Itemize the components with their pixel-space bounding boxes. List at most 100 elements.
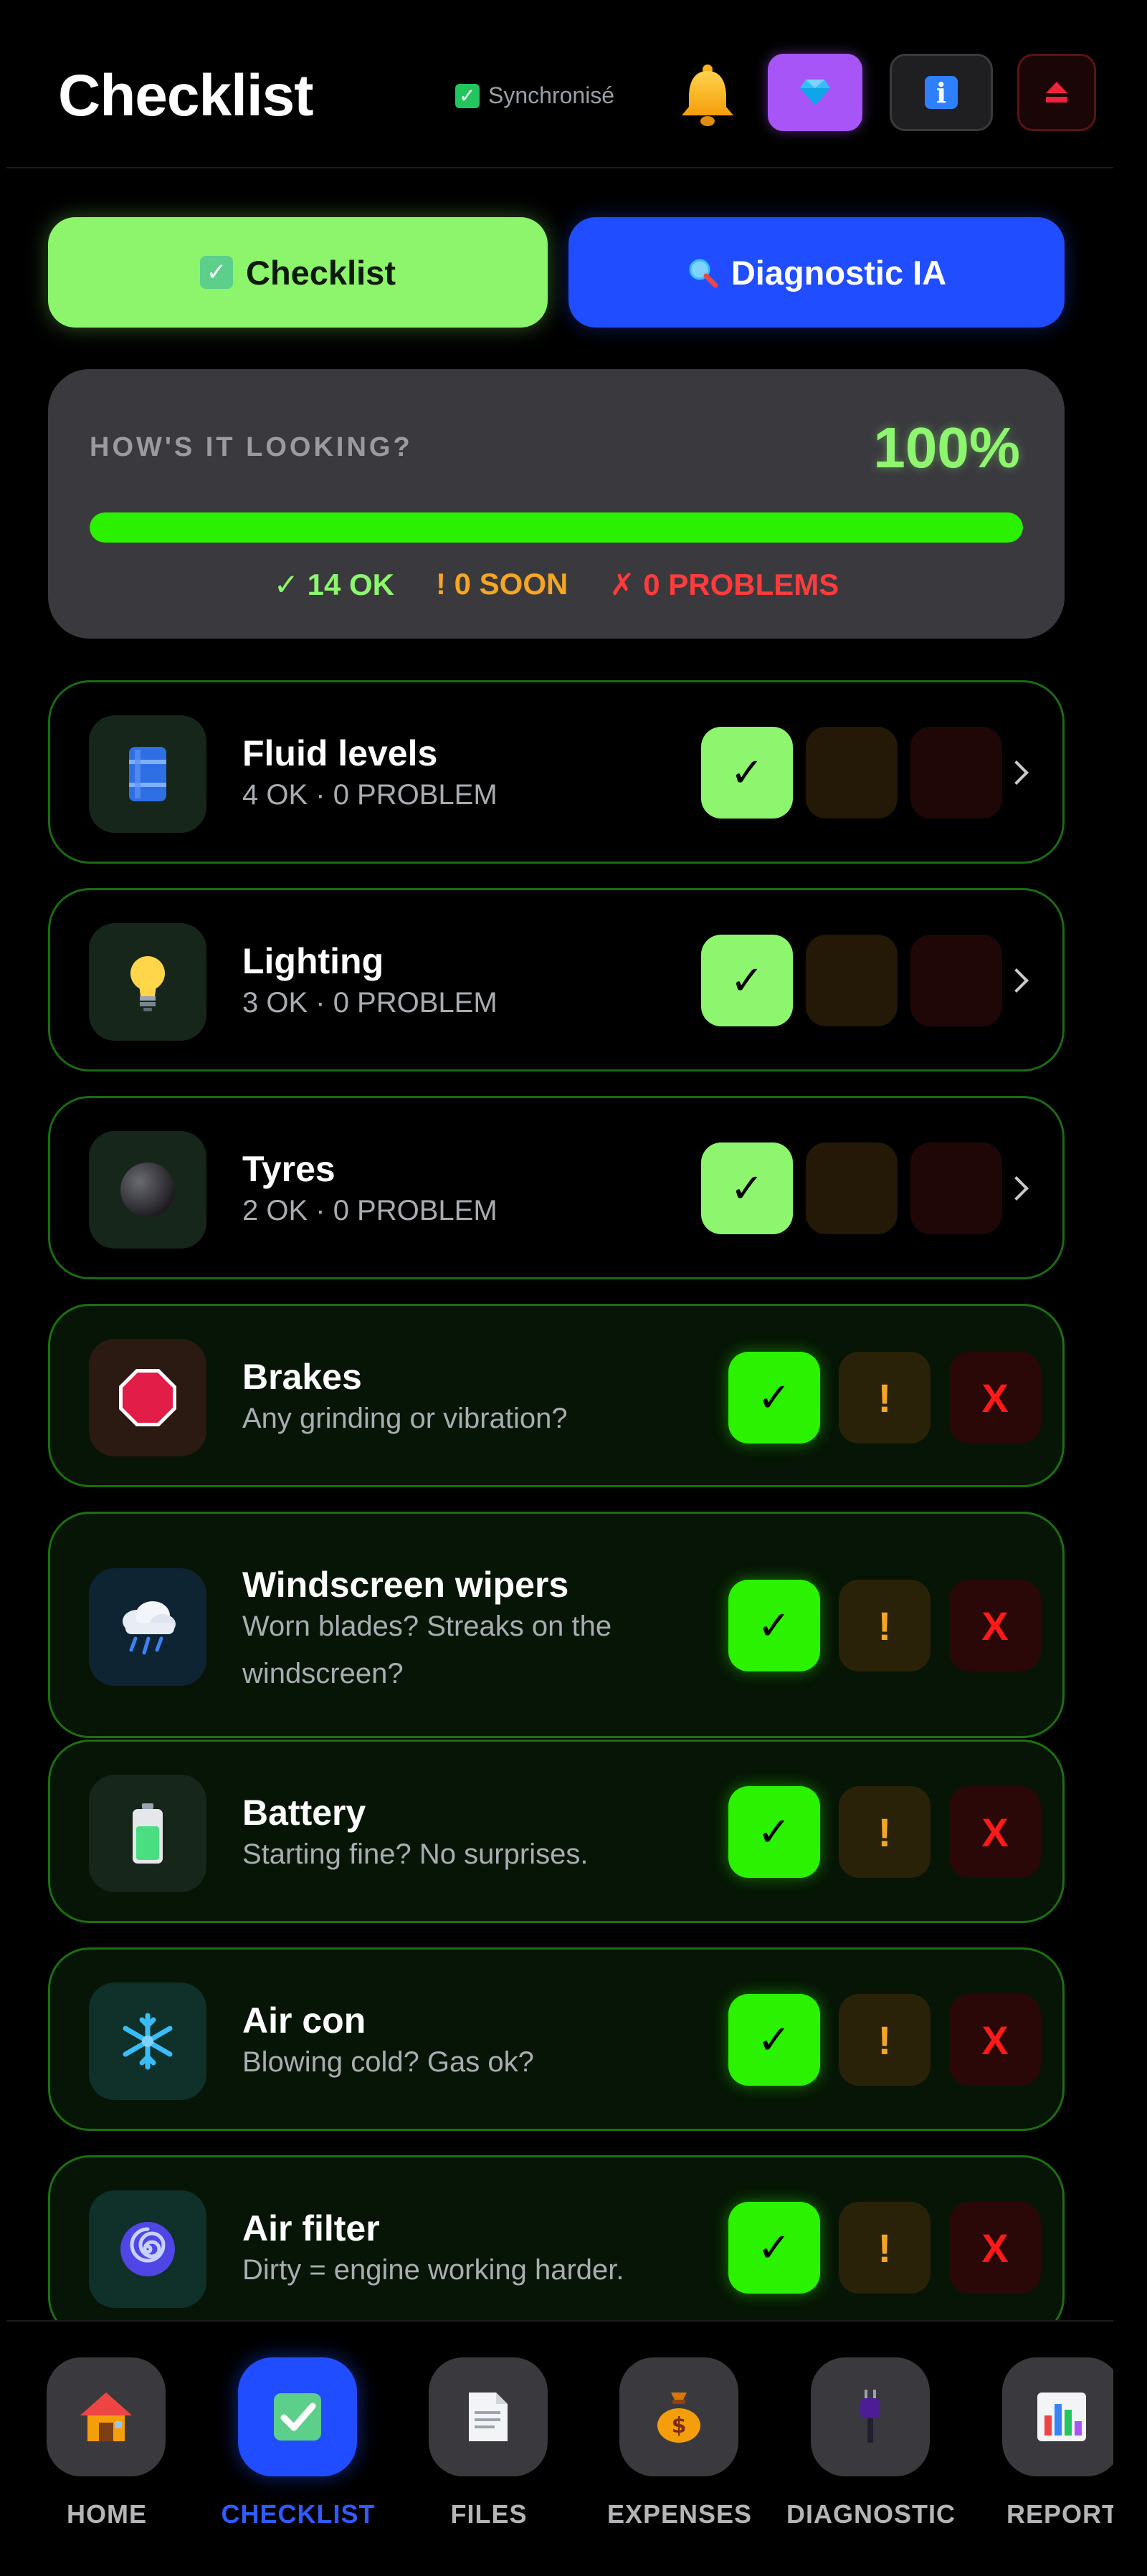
nav-label: DIAGNOSTIC xyxy=(786,2499,956,2529)
battery-icon xyxy=(89,1775,206,1892)
logout-button[interactable] xyxy=(1017,54,1096,131)
nav-diagnostic[interactable]: DIAGNOSTIC xyxy=(785,2357,955,2558)
item-subtitle: 3 OK · 0 PROBLEM xyxy=(242,987,498,1019)
document-icon xyxy=(429,2357,548,2476)
stop-sign-icon xyxy=(89,1339,206,1456)
ok-button[interactable]: ✓ xyxy=(728,1786,820,1878)
item-subtitle: Starting fine? No surprises. xyxy=(242,1838,589,1870)
ok-button[interactable]: ✓ xyxy=(728,1580,820,1671)
checklist-item-windscreen-wipers[interactable]: Windscreen wipers Worn blades? Streaks o… xyxy=(48,1512,1065,1738)
check-box-icon: ✓ xyxy=(455,83,480,108)
snowflake-icon xyxy=(89,1983,206,2100)
nav-expenses[interactable]: $ EXPENSES xyxy=(594,2357,758,2558)
nav-home[interactable]: HOME xyxy=(21,2357,186,2558)
magnifier-icon xyxy=(689,259,718,288)
tyre-icon xyxy=(89,1131,206,1249)
item-title: Air con xyxy=(242,2000,366,2041)
problem-button[interactable]: X xyxy=(949,1352,1041,1444)
progress-fill xyxy=(90,512,1023,543)
info-icon: i xyxy=(925,76,958,109)
page-title: Checklist xyxy=(58,63,314,128)
fluid-barrel-icon xyxy=(89,715,206,833)
item-subtitle: Blowing cold? Gas ok? xyxy=(242,2046,534,2078)
problem-button[interactable]: X xyxy=(949,1786,1041,1878)
problem-button[interactable] xyxy=(910,935,1002,1026)
check-box-icon xyxy=(238,2357,357,2476)
soon-count: ! 0 SOON xyxy=(435,567,568,601)
ok-count: ✓ 14 OK xyxy=(273,568,394,601)
check-box-icon: ✓ xyxy=(200,256,233,289)
chevron-right-icon[interactable] xyxy=(1004,1176,1029,1201)
gem-icon xyxy=(800,80,830,105)
soon-button[interactable]: ! xyxy=(839,2202,931,2294)
ok-button[interactable]: ✓ xyxy=(728,2202,820,2294)
ok-button[interactable]: ✓ xyxy=(701,1142,793,1234)
nav-checklist[interactable]: CHECKLIST xyxy=(212,2357,377,2558)
item-title: Fluid levels xyxy=(242,733,438,773)
soon-button[interactable] xyxy=(806,1142,898,1234)
tab-diagnostic-ia[interactable]: Diagnostic IA xyxy=(568,217,1065,328)
main-content[interactable]: ✓ Checklist Diagnostic IA HOW'S IT LOOKI… xyxy=(6,170,1113,2320)
svg-text:$: $ xyxy=(672,2413,687,2438)
problem-button[interactable]: X xyxy=(949,1994,1041,2086)
bar-chart-icon xyxy=(1002,2357,1113,2476)
checklist-item-fluid-levels[interactable]: Fluid levels 4 OK · 0 PROBLEM ✓ xyxy=(48,680,1065,864)
item-subtitle: 4 OK · 0 PROBLEM xyxy=(242,779,498,811)
item-subtitle: Any grinding or vibration? xyxy=(242,1403,568,1434)
soon-button[interactable]: ! xyxy=(839,1786,931,1878)
completion-percent: 100% xyxy=(873,416,1020,480)
item-title: Battery xyxy=(242,1793,366,1833)
soon-button[interactable]: ! xyxy=(839,1994,931,2086)
ok-button[interactable]: ✓ xyxy=(728,1994,820,2086)
ok-button[interactable]: ✓ xyxy=(701,935,793,1026)
item-title: Tyres xyxy=(242,1149,335,1189)
tab-label: Diagnostic IA xyxy=(730,253,947,292)
soon-button[interactable]: ! xyxy=(839,1352,931,1444)
nav-files[interactable]: FILES xyxy=(403,2357,568,2558)
tab-checklist[interactable]: ✓ Checklist xyxy=(48,217,548,328)
header: Checklist ✓ Synchronisé i xyxy=(6,6,1113,168)
checklist-item-lighting[interactable]: Lighting 3 OK · 0 PROBLEM ✓ xyxy=(48,888,1065,1072)
problem-button[interactable] xyxy=(910,727,1002,819)
checklist-item-brakes[interactable]: Brakes Any grinding or vibration? ✓ ! X xyxy=(48,1304,1065,1487)
money-bag-icon: $ xyxy=(619,2357,738,2476)
checklist-item-air-con[interactable]: Air con Blowing cold? Gas ok? ✓ ! X xyxy=(48,1947,1065,2131)
rain-cloud-icon xyxy=(89,1568,206,1686)
eject-icon xyxy=(1046,82,1067,103)
soon-button[interactable] xyxy=(806,727,898,819)
sync-label: Synchronisé xyxy=(488,82,615,108)
premium-button[interactable] xyxy=(768,54,862,131)
chevron-right-icon[interactable] xyxy=(1004,968,1029,993)
summary-stats: ✓ 14 OK ! 0 SOON ✗ 0 PROBLEMS xyxy=(48,567,1065,602)
ok-button[interactable]: ✓ xyxy=(701,727,793,819)
progress-bar xyxy=(90,512,1023,543)
problem-button[interactable]: X xyxy=(949,2202,1041,2294)
nav-label: CHECKLIST xyxy=(221,2499,376,2529)
nav-report[interactable]: REPORT xyxy=(976,2357,1113,2558)
ok-button[interactable]: ✓ xyxy=(728,1352,820,1444)
problem-button[interactable] xyxy=(910,1142,1002,1234)
checklist-item-tyres[interactable]: Tyres 2 OK · 0 PROBLEM ✓ xyxy=(48,1096,1065,1279)
bottom-nav: HOME CHECKLIST FILES $ EXPENSES DIAGNOST… xyxy=(6,2320,1113,2570)
sync-status: ✓ Synchronisé xyxy=(455,82,614,109)
item-title: Air filter xyxy=(242,2208,380,2248)
problem-count: ✗ 0 PROBLEMS xyxy=(609,568,839,601)
bell-icon[interactable] xyxy=(673,61,742,130)
nav-label: HOME xyxy=(67,2499,147,2529)
info-button[interactable]: i xyxy=(890,54,993,131)
summary-card: HOW'S IT LOOKING? 100% ✓ 14 OK ! 0 SOON … xyxy=(48,369,1065,639)
item-title: Lighting xyxy=(242,941,384,981)
soon-button[interactable] xyxy=(806,935,898,1026)
soon-button[interactable]: ! xyxy=(839,1580,931,1671)
problem-button[interactable]: X xyxy=(949,1580,1041,1671)
item-title: Windscreen wipers xyxy=(242,1565,569,1605)
item-title: Brakes xyxy=(242,1357,362,1397)
nav-label: EXPENSES xyxy=(606,2499,753,2529)
nav-label: REPORT xyxy=(1006,2499,1113,2529)
checklist-item-air-filter[interactable]: Air filter Dirty = engine working harder… xyxy=(48,2155,1065,2320)
tab-label: Checklist xyxy=(246,253,396,292)
plug-icon xyxy=(811,2357,930,2476)
spiral-icon xyxy=(89,2190,206,2308)
checklist-item-battery[interactable]: Battery Starting fine? No surprises. ✓ !… xyxy=(48,1740,1065,1923)
chevron-right-icon[interactable] xyxy=(1004,760,1029,785)
